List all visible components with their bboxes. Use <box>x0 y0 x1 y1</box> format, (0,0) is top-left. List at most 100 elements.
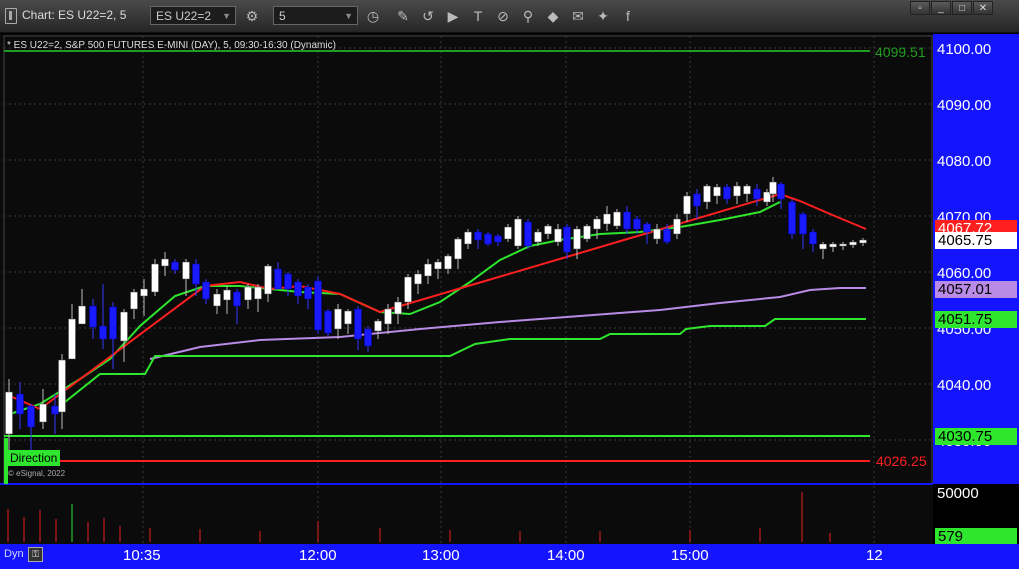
candle-body <box>140 288 148 297</box>
interval-input[interactable]: 5 ▼ <box>273 6 358 25</box>
close-button[interactable]: ✕ <box>973 1 993 15</box>
candle-body <box>314 280 322 331</box>
twitter-icon[interactable]: ✦ <box>594 7 612 25</box>
candle-body <box>534 231 542 243</box>
minimize-button[interactable]: _ <box>931 1 951 15</box>
candle-body <box>769 181 777 195</box>
candle-body <box>354 308 362 340</box>
candle-body <box>683 195 691 215</box>
candle-body <box>514 218 522 247</box>
tag-icon[interactable]: ◆ <box>544 7 562 25</box>
time-label-1200: 12:00 <box>299 547 337 564</box>
pin-button[interactable]: ▫ <box>910 1 930 15</box>
candle-body <box>613 211 621 227</box>
price-chart[interactable] <box>0 34 933 544</box>
candle-body <box>233 291 241 307</box>
clock-icon[interactable]: ◷ <box>364 7 382 25</box>
price-tag-red-low: 4026.25 <box>876 453 927 469</box>
candle-body <box>374 320 382 332</box>
pencil-icon[interactable]: ✎ <box>394 7 412 25</box>
candle-body <box>223 289 231 301</box>
candle-body <box>839 243 847 247</box>
candle-body <box>51 405 59 415</box>
candle-body <box>294 281 302 297</box>
candle-body <box>161 258 169 267</box>
price-tag-4099: 4099.51 <box>875 44 926 60</box>
close-icon: ✕ <box>978 3 988 14</box>
link-icon[interactable]: ⚲ <box>519 7 537 25</box>
restore-button[interactable]: □ <box>952 1 972 15</box>
candle-body <box>120 311 128 342</box>
eraser-icon[interactable]: ⊘ <box>494 7 512 25</box>
candle-body <box>324 310 332 334</box>
note-icon[interactable]: ✉ <box>569 7 587 25</box>
candle-body <box>713 186 721 197</box>
candle-body <box>334 308 342 330</box>
candle-body <box>304 286 312 300</box>
candle-body <box>404 276 412 303</box>
play-icon[interactable]: ▶ <box>444 7 462 25</box>
candle-body <box>693 193 701 207</box>
candle-body <box>16 393 24 415</box>
time-label-1300: 13:00 <box>422 547 460 564</box>
candle-body <box>554 228 562 243</box>
chart-legend: * ES U22=2, S&P 500 FUTURES E-MINI (DAY)… <box>7 40 336 51</box>
candle-body <box>213 293 221 307</box>
interval-value: 5 <box>279 9 286 23</box>
candle-body <box>274 268 282 290</box>
candle-body <box>474 231 482 241</box>
candle-body <box>819 243 827 250</box>
candle-body <box>603 213 611 225</box>
candle-body <box>723 186 731 200</box>
lock-icon[interactable]: ⚿ <box>28 547 43 562</box>
candle-body <box>633 218 641 230</box>
candle-body <box>849 241 857 246</box>
esignal-watermark: © eSignal, 2022 <box>8 469 66 478</box>
price-label-4080: 4080.00 <box>937 153 992 170</box>
restore-icon: □ <box>958 3 966 14</box>
symbol-value: ES U22=2 <box>156 9 212 23</box>
candle-body <box>799 213 807 235</box>
candle-body <box>99 325 107 340</box>
candle-body <box>544 225 552 235</box>
candle-body <box>414 273 422 285</box>
candle-body <box>284 273 292 290</box>
volume-label-50000: 50000 <box>937 485 979 502</box>
draw-curve-icon[interactable]: ↺ <box>419 7 437 25</box>
settings-icon[interactable]: ⚙ <box>243 7 261 25</box>
candle-body <box>27 405 35 428</box>
window-title: Chart: ES U22=2, 5 <box>22 8 127 22</box>
candle-body <box>254 286 262 300</box>
candle-body <box>109 306 117 340</box>
candle-body <box>673 218 681 235</box>
chevron-down-icon[interactable]: ▼ <box>344 7 353 26</box>
price-tag-green-step: 4051.75 <box>935 311 1017 328</box>
candle-body <box>39 403 47 423</box>
candle-body <box>809 231 817 245</box>
candle-body <box>643 223 651 233</box>
candle-body <box>703 185 711 203</box>
direction-label: Direction <box>7 450 61 466</box>
candle-body <box>829 243 837 248</box>
chevron-down-icon[interactable]: ▼ <box>222 7 231 26</box>
candle-body <box>364 328 372 347</box>
candle-body <box>424 263 432 277</box>
candle-body <box>563 226 571 253</box>
facebook-icon[interactable]: f <box>619 7 637 25</box>
price-tag-green-low: 4030.75 <box>935 428 1017 445</box>
candle-body <box>394 301 402 315</box>
candle-body <box>777 183 785 200</box>
candle-body <box>192 263 200 285</box>
symbol-input[interactable]: ES U22=2 ▼ <box>150 6 236 25</box>
candle-body <box>344 310 352 325</box>
candle-body <box>583 225 591 240</box>
candle-body <box>5 391 13 435</box>
candle-body <box>384 308 392 325</box>
candle-body <box>78 305 86 325</box>
candle-body <box>494 235 502 243</box>
dynamic-label: Dyn <box>4 548 24 560</box>
candle-body <box>484 233 492 245</box>
text-icon[interactable]: T <box>469 7 487 25</box>
candle-body <box>753 188 761 200</box>
chart-toolbar: Chart: ES U22=2, 5 ES U22=2 ▼ ⚙ 5 ▼ ◷ ✎ ↺ … <box>0 0 1019 33</box>
